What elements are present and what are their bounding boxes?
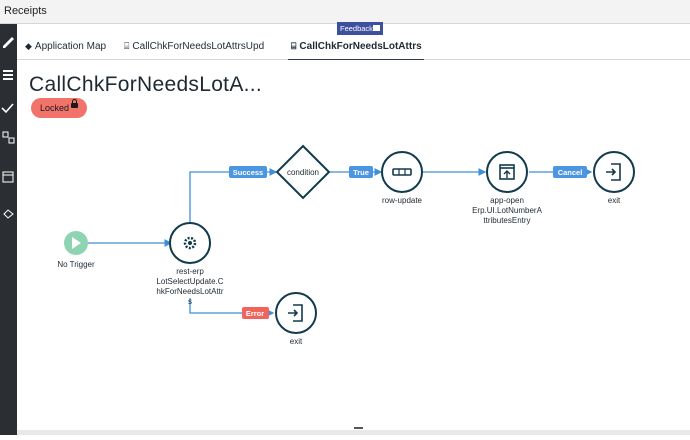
node-sublabel: Erp.UI.LotNumberA (472, 206, 542, 215)
node-exit-bottom[interactable]: exit (275, 292, 317, 346)
node-row-update[interactable]: row-update (381, 151, 423, 205)
flow-icon: ⌸ (291, 41, 297, 51)
node-label: row-update (382, 196, 423, 205)
edge-label: Cancel (558, 168, 583, 177)
flow-icon: ⌸ (124, 41, 130, 51)
pencil-icon[interactable] (3, 37, 14, 48)
node-label: exit (290, 337, 303, 346)
node-label: condition (287, 168, 319, 177)
tab-application-map[interactable]: ◆ Application Map (25, 41, 106, 59)
settings-icon[interactable] (3, 209, 14, 219)
checklist-icon[interactable] (1, 103, 14, 114)
list-icon[interactable] (3, 70, 13, 80)
tab-callchkforneedslotattrs[interactable]: ⌸ CallChkForNeedsLotAttrs (288, 41, 424, 61)
tab-label: CallChkForNeedsLotAttrs (299, 41, 422, 52)
scroll-grip[interactable] (354, 427, 363, 429)
node-sublabel: hkForNeedsLotAttr (156, 287, 223, 296)
edge-success[interactable]: Success (189, 166, 278, 223)
tab-callchkforneedslotattrsupd[interactable]: ⌸ CallChkForNeedsLotAttrsUpd (124, 41, 264, 59)
node-condition[interactable]: condition (275, 144, 331, 200)
node-sublabel: ttributesEntry (483, 216, 530, 225)
node-sublabel: LotSelectUpdate.C (156, 277, 223, 286)
node-app-open[interactable]: app-open Erp.UI.LotNumberA ttributesEntr… (472, 151, 543, 225)
edge-error[interactable]: Error (189, 298, 275, 319)
feedback-button[interactable]: Feedback (337, 22, 383, 35)
flow-canvas[interactable]: CallChkForNeedsLotA... Locked Success Tr… (17, 60, 690, 435)
node-label: rest-erp (176, 267, 204, 276)
connector-icon[interactable] (2, 131, 15, 144)
node-sublabel: s (188, 297, 192, 306)
edge-label: True (353, 168, 369, 177)
calendar-icon[interactable] (2, 171, 14, 183)
edge-cancel[interactable]: Cancel (529, 166, 593, 178)
tab-label: CallChkForNeedsLotAttrsUpd (132, 41, 265, 52)
window-title: Receipts (4, 5, 47, 17)
node-label: exit (608, 196, 621, 205)
left-toolbar-icons (1, 37, 15, 219)
title-bar: Receipts (0, 0, 690, 24)
node-exit-top[interactable]: exit (593, 151, 635, 205)
node-label: app-open (490, 196, 524, 205)
diamond-icon: ◆ (25, 41, 32, 51)
edge-true[interactable]: True (329, 166, 383, 178)
tab-label: Application Map (34, 41, 107, 52)
flow-diagram: Success True Cancel Error No Trigger res… (57, 144, 635, 346)
comment-icon (373, 25, 380, 31)
edge-label: Success (233, 168, 263, 177)
left-toolbar (0, 24, 17, 435)
node-label: No Trigger (57, 260, 95, 269)
feedback-label: Feedback (340, 24, 373, 33)
edge-label: Error (246, 309, 264, 318)
node-rest-erp[interactable]: rest-erp LotSelectUpdate.C hkForNeedsLot… (156, 222, 224, 306)
horizontal-scrollbar[interactable] (17, 427, 690, 435)
node-no-trigger[interactable]: No Trigger (57, 231, 95, 269)
